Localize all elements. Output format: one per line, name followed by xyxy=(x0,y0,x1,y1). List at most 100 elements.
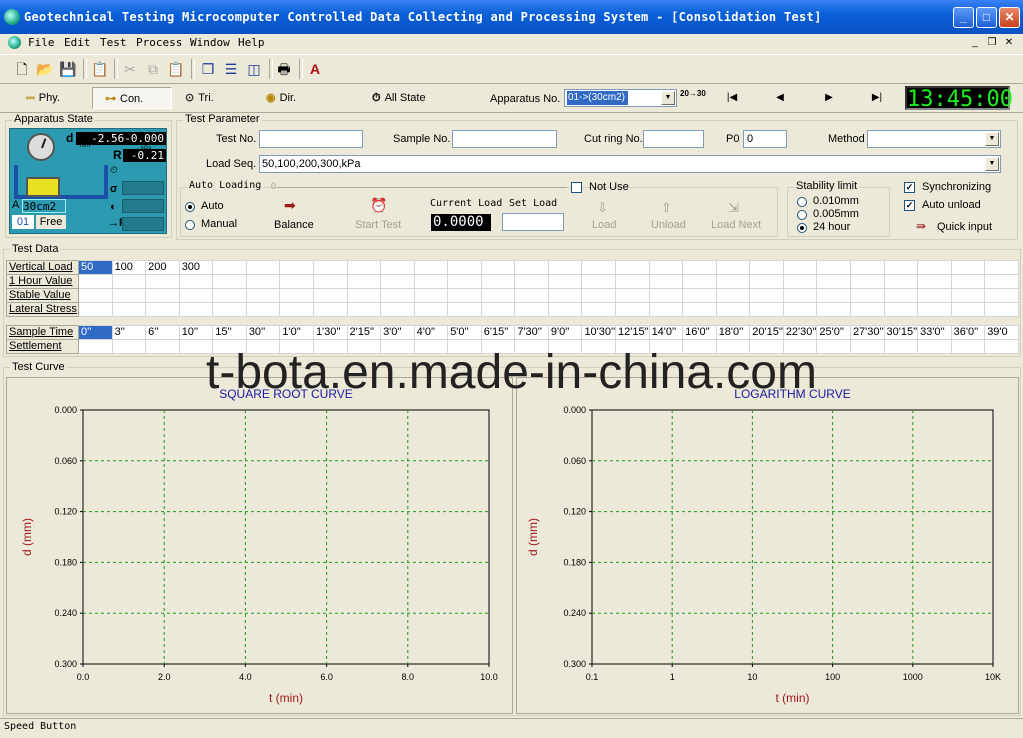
table-cell[interactable] xyxy=(111,274,147,289)
table-cell[interactable] xyxy=(346,302,382,317)
unload-button[interactable]: Unload xyxy=(651,219,686,231)
table-cell[interactable] xyxy=(715,288,751,303)
table-cell[interactable] xyxy=(178,302,214,317)
table-cell[interactable]: 6'' xyxy=(145,325,180,340)
new-icon[interactable]: 🗋 xyxy=(12,59,32,79)
balance-icon[interactable]: ➡ xyxy=(284,197,296,214)
table-cell[interactable] xyxy=(849,274,885,289)
maximize-button[interactable]: □ xyxy=(976,7,997,28)
table-cell[interactable] xyxy=(917,274,952,289)
table-cell[interactable] xyxy=(682,260,717,275)
table-cell[interactable] xyxy=(279,288,314,303)
mdi-restore-button[interactable]: ❐ xyxy=(985,37,999,49)
table-cell[interactable] xyxy=(111,302,147,317)
table-cell[interactable] xyxy=(682,288,717,303)
auto-unload-checkbox[interactable]: ✓ xyxy=(904,200,915,211)
quick-input-button[interactable]: Quick input xyxy=(937,221,992,233)
table-cell[interactable] xyxy=(883,260,919,275)
table-cell[interactable]: 50 xyxy=(78,260,113,275)
table-cell[interactable] xyxy=(480,260,516,275)
print-icon[interactable]: 🖶 xyxy=(274,59,294,79)
mdi-close-button[interactable]: ✕ xyxy=(1002,37,1016,49)
table-cell[interactable] xyxy=(279,302,314,317)
save-icon[interactable]: 💾 xyxy=(58,59,78,79)
auto-radio[interactable] xyxy=(185,202,195,212)
table-cell[interactable] xyxy=(480,302,516,317)
load-button[interactable]: Load xyxy=(592,219,616,231)
apparatus-switch-icon[interactable]: 20→30 xyxy=(680,89,706,98)
properties-icon[interactable]: 📋 xyxy=(90,59,110,79)
table-cell[interactable] xyxy=(648,288,684,303)
table-cell[interactable] xyxy=(447,274,482,289)
table-cell[interactable] xyxy=(514,274,549,289)
tri-button[interactable]: ⊙ Tri. xyxy=(185,87,245,109)
table-cell[interactable]: 30'15'' xyxy=(883,325,919,340)
table-cell[interactable] xyxy=(547,260,583,275)
table-cell[interactable] xyxy=(581,288,616,303)
table-cell[interactable] xyxy=(816,274,851,289)
table-cell[interactable] xyxy=(380,260,415,275)
table-cell[interactable] xyxy=(715,274,751,289)
cascade-icon[interactable]: ❐ xyxy=(198,59,218,79)
table-cell[interactable] xyxy=(682,274,717,289)
table-cell[interactable] xyxy=(212,274,247,289)
tile-horizontal-icon[interactable]: ☰ xyxy=(221,59,241,79)
table-cell[interactable] xyxy=(950,288,986,303)
menu-file[interactable]: File xyxy=(28,34,55,52)
first-button[interactable]: |◀ xyxy=(719,89,745,107)
table-cell[interactable] xyxy=(816,260,851,275)
table-cell[interactable] xyxy=(816,302,851,317)
table-cell[interactable]: 3'' xyxy=(111,325,147,340)
table-cell[interactable] xyxy=(346,288,382,303)
copy-icon[interactable]: ⧉ xyxy=(143,59,163,79)
table-cell[interactable] xyxy=(984,302,1019,317)
synchronizing-checkbox[interactable]: ✓ xyxy=(904,182,915,193)
sample-no-input[interactable] xyxy=(452,130,557,148)
table-cell[interactable] xyxy=(849,260,885,275)
p0-input[interactable]: 0 xyxy=(743,130,787,148)
table-cell[interactable] xyxy=(312,302,348,317)
table-cell[interactable] xyxy=(346,274,382,289)
table-cell[interactable]: 100 xyxy=(111,260,147,275)
table-cell[interactable] xyxy=(413,302,449,317)
table-cell[interactable] xyxy=(312,274,348,289)
table-cell[interactable]: 33'0'' xyxy=(917,325,952,340)
stability-radio-0[interactable] xyxy=(797,197,807,207)
menu-process[interactable]: Process xyxy=(136,34,182,52)
table-cell[interactable] xyxy=(245,288,281,303)
table-cell[interactable]: 200 xyxy=(145,260,180,275)
table-cell[interactable] xyxy=(245,302,281,317)
table-cell[interactable]: 10'' xyxy=(178,325,214,340)
table-cell[interactable] xyxy=(782,274,818,289)
table-cell[interactable] xyxy=(816,288,851,303)
table-cell[interactable] xyxy=(380,302,415,317)
table-cell[interactable] xyxy=(917,302,952,317)
table-cell[interactable] xyxy=(984,288,1019,303)
table-cell[interactable] xyxy=(78,302,113,317)
table-cell[interactable] xyxy=(950,260,986,275)
menu-edit[interactable]: Edit xyxy=(64,34,91,52)
table-cell[interactable]: 6'15'' xyxy=(480,325,516,340)
table-cell[interactable] xyxy=(380,288,415,303)
table-cell[interactable] xyxy=(615,288,650,303)
next-button[interactable]: ▶ xyxy=(816,89,842,107)
close-button[interactable]: ✕ xyxy=(999,7,1020,28)
method-select[interactable]: ▼ xyxy=(867,130,1001,148)
table-cell[interactable] xyxy=(749,260,784,275)
table-cell[interactable]: 12'15'' xyxy=(615,325,650,340)
table-cell[interactable]: 14'0'' xyxy=(648,325,684,340)
table-cell[interactable]: 22'30'' xyxy=(782,325,818,340)
table-cell[interactable] xyxy=(78,274,113,289)
font-icon[interactable]: A xyxy=(305,59,325,79)
paste-icon[interactable]: 📋 xyxy=(166,59,186,79)
table-cell[interactable] xyxy=(111,288,147,303)
table-cell[interactable]: 18'0'' xyxy=(715,325,751,340)
table-cell[interactable] xyxy=(782,288,818,303)
table-cell[interactable] xyxy=(984,274,1019,289)
table-cell[interactable] xyxy=(279,260,314,275)
table-cell[interactable] xyxy=(145,288,180,303)
chevron-down-icon[interactable]: ▼ xyxy=(985,132,999,146)
table-cell[interactable] xyxy=(245,274,281,289)
table-cell[interactable] xyxy=(245,260,281,275)
previous-button[interactable]: ◀ xyxy=(767,89,793,107)
